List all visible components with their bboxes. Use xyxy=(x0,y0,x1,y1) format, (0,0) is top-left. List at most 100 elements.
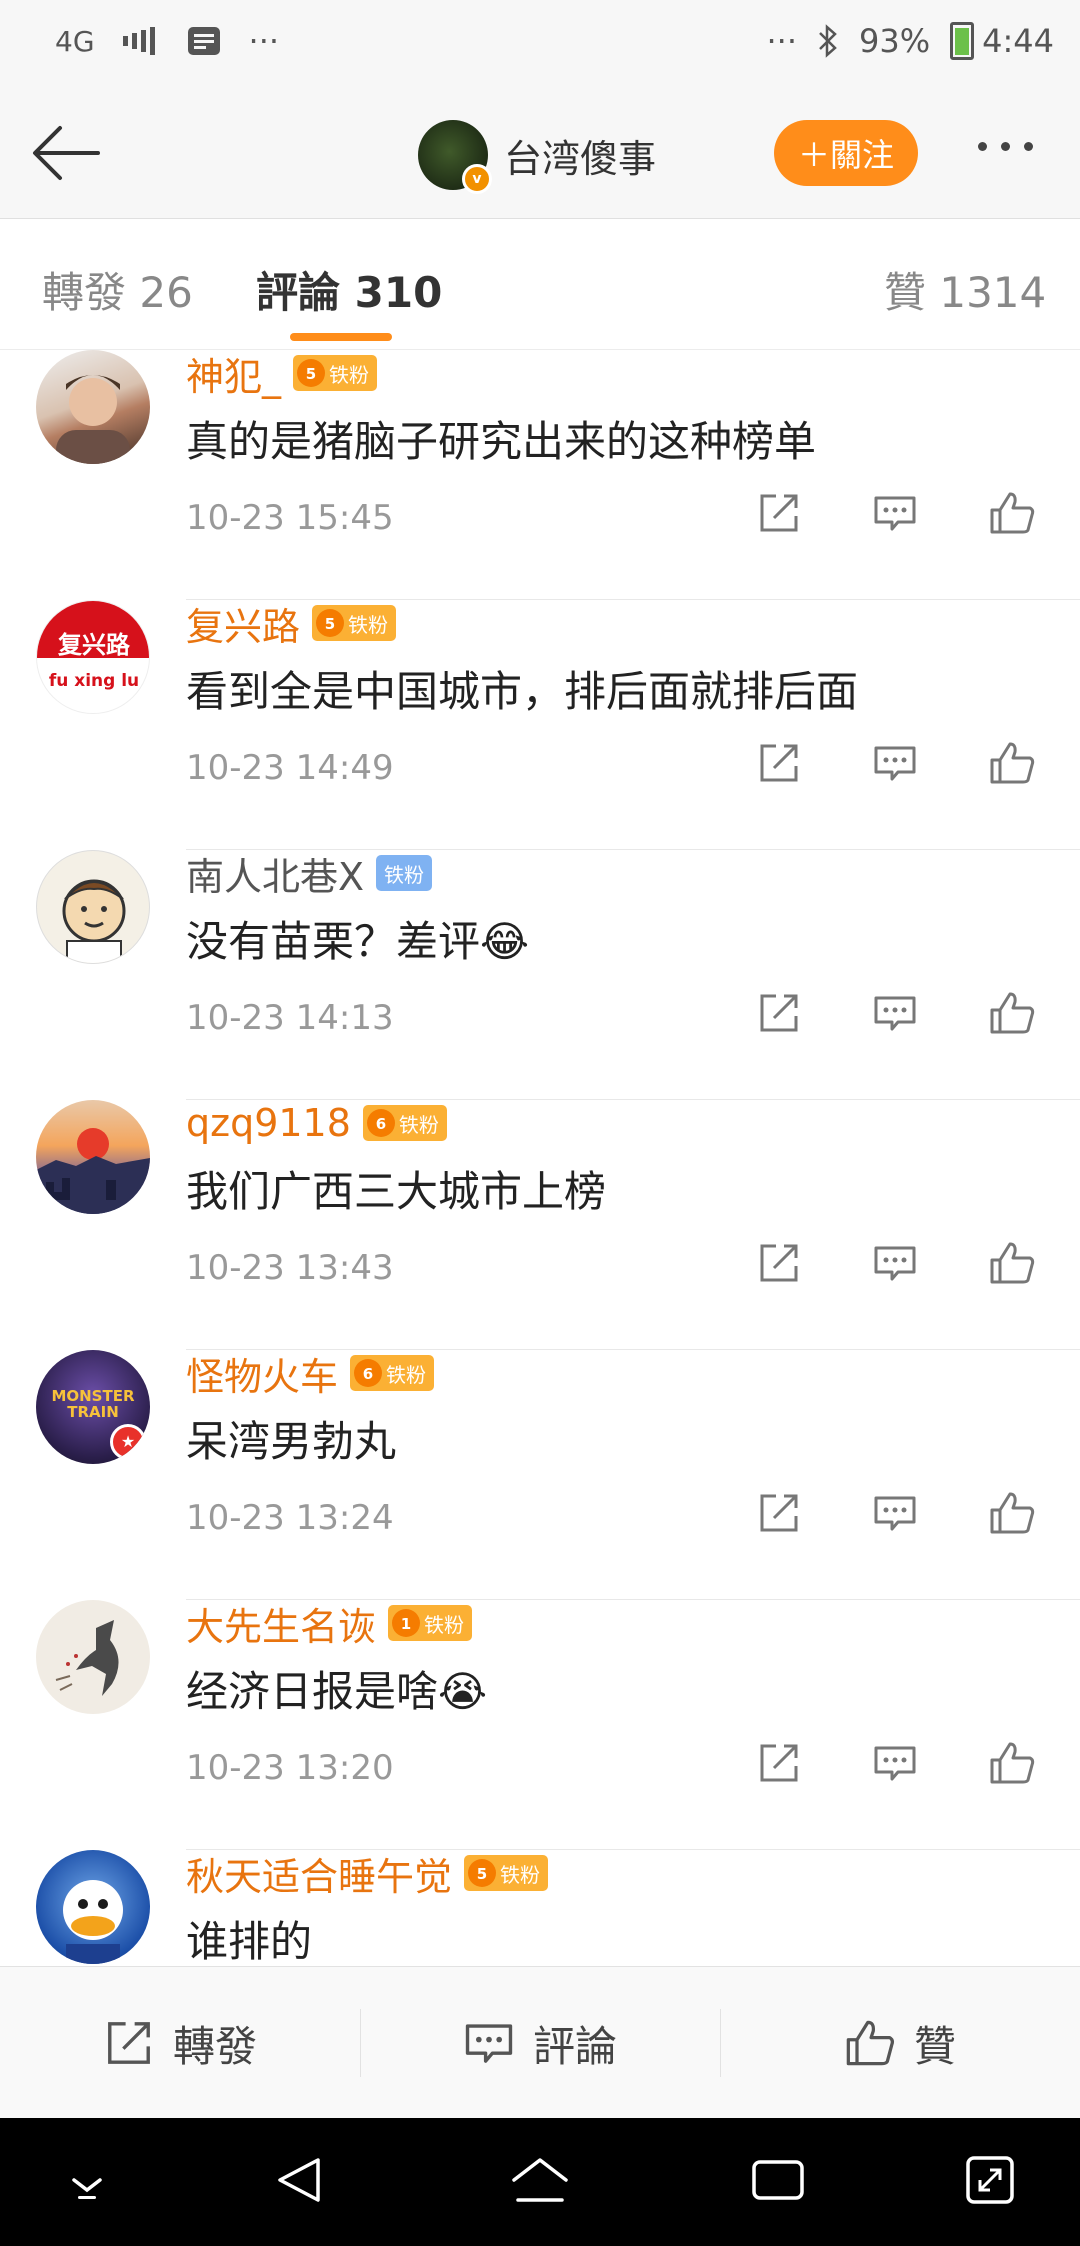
share-icon[interactable] xyxy=(756,1740,802,1786)
comment-item: MONSTER TRAIN ★ 怪物火车 6 铁粉 呆湾男勃丸 10-23 13:… xyxy=(0,1350,1080,1600)
comment-text: 没有苗栗？差评😂 xyxy=(186,917,530,966)
badge-label: 铁粉 xyxy=(386,1362,427,1387)
home-nav-icon[interactable] xyxy=(508,2152,572,2208)
account-avatar[interactable]: v xyxy=(418,120,492,194)
back-button[interactable] xyxy=(30,120,102,186)
crown-icon: 5 xyxy=(297,359,326,387)
comment-item: qzq9118 6 铁粉 我们广西三大城市上榜 10-23 13:43 xyxy=(0,1100,1080,1350)
fan-badge[interactable]: 6 铁粉 xyxy=(350,1355,435,1391)
expand-icon[interactable] xyxy=(962,2152,1018,2208)
more-options-button[interactable] xyxy=(978,142,1033,151)
badge-label: 铁粉 xyxy=(424,1612,465,1637)
tab-likes[interactable]: 贊 1314 xyxy=(884,259,1046,320)
avatar[interactable] xyxy=(36,1850,150,1964)
fan-badge[interactable]: 1 铁粉 xyxy=(388,1605,473,1641)
comment-item: 秋天适合睡午觉 5 铁粉 谁排的 xyxy=(0,1850,1080,1966)
reply-icon[interactable] xyxy=(872,740,918,786)
badge-label: 铁粉 xyxy=(398,1112,439,1137)
like-icon[interactable] xyxy=(988,990,1036,1036)
battery-icon xyxy=(950,22,975,60)
reply-icon[interactable] xyxy=(872,1240,918,1286)
avatar-subtitle: fu xing lu xyxy=(48,671,140,691)
account-header[interactable]: v 台湾傻事 xyxy=(418,120,656,194)
system-nav-bar xyxy=(0,2118,1080,2246)
badge-label: 铁粉 xyxy=(384,862,425,887)
battery-percent: 93% xyxy=(859,22,931,60)
share-icon[interactable] xyxy=(756,490,802,536)
badge-label: 铁粉 xyxy=(500,1862,541,1887)
verified-icon: ★ xyxy=(110,1424,146,1460)
share-icon[interactable] xyxy=(756,740,802,786)
crown-icon: 5 xyxy=(468,1859,497,1887)
comment-author[interactable]: qzq9118 xyxy=(186,1101,351,1145)
like-icon[interactable] xyxy=(988,1490,1036,1536)
comment-time: 10-23 13:24 xyxy=(186,1498,394,1538)
comment-item: 神犯_ 5 铁粉 真的是猪脑子研究出来的这种榜单 10-23 15:45 xyxy=(0,350,1080,600)
share-icon[interactable] xyxy=(756,990,802,1036)
like-icon[interactable] xyxy=(988,490,1036,536)
reply-icon[interactable] xyxy=(872,490,918,536)
avatar[interactable]: 复兴路 fu xing lu xyxy=(36,600,150,714)
crown-icon: 5 xyxy=(316,609,345,637)
comment-author[interactable]: 南人北巷X xyxy=(186,846,364,901)
network-type-label: 4G xyxy=(55,24,95,58)
more-status-dots: ··· xyxy=(248,22,280,60)
comment-time: 10-23 15:45 xyxy=(186,498,394,538)
reply-icon[interactable] xyxy=(872,990,918,1036)
share-icon[interactable] xyxy=(756,1240,802,1286)
like-icon[interactable] xyxy=(988,1740,1036,1786)
avatar[interactable] xyxy=(36,850,150,964)
fan-badge[interactable]: 5 铁粉 xyxy=(293,355,378,391)
like-icon xyxy=(846,2020,894,2066)
fan-badge[interactable]: 铁粉 xyxy=(376,855,433,891)
comment-time: 10-23 14:49 xyxy=(186,748,394,788)
comment-time: 10-23 14:13 xyxy=(186,998,394,1038)
back-nav-icon[interactable] xyxy=(272,2152,328,2208)
comment-text: 谁排的 xyxy=(186,1917,313,1966)
comment-item: 南人北巷X 铁粉 没有苗栗？差评😂 10-23 14:13 xyxy=(0,850,1080,1100)
comment-text: 看到全是中国城市，排后面就排后面 xyxy=(186,667,859,716)
fan-badge[interactable]: 5 铁粉 xyxy=(464,1855,549,1891)
recents-nav-icon[interactable] xyxy=(750,2152,806,2208)
share-icon[interactable] xyxy=(756,1490,802,1536)
fan-badge[interactable]: 5 铁粉 xyxy=(312,605,397,641)
back-arrow-icon xyxy=(33,126,100,180)
avatar[interactable] xyxy=(36,350,150,464)
comment-author[interactable]: 复兴路 xyxy=(186,596,300,651)
tab-bar: 轉發 26 評論 310 贊 1314 xyxy=(0,219,1080,350)
like-button[interactable]: 贊 xyxy=(720,1967,1080,2119)
comment-author[interactable]: 神犯_ xyxy=(186,350,281,401)
follow-button[interactable]: ＋關注 xyxy=(774,120,918,186)
comment-text: 我们广西三大城市上榜 xyxy=(186,1167,607,1216)
avatar-title: 复兴路 xyxy=(58,631,130,659)
like-icon[interactable] xyxy=(988,740,1036,786)
tab-comments[interactable]: 評論 310 xyxy=(256,259,442,320)
repost-button[interactable]: 轉發 xyxy=(0,1967,360,2119)
like-icon[interactable] xyxy=(988,1240,1036,1286)
comment-author[interactable]: 大先生名诙 xyxy=(186,1596,376,1651)
avatar-title: MONSTER TRAIN xyxy=(51,1387,135,1421)
avatar[interactable] xyxy=(36,1600,150,1714)
tab-repost[interactable]: 轉發 26 xyxy=(42,259,193,320)
share-icon xyxy=(108,2022,150,2064)
verified-icon: v xyxy=(462,164,492,194)
avatar[interactable] xyxy=(36,1100,150,1214)
crown-icon: 6 xyxy=(354,1359,383,1387)
reply-icon[interactable] xyxy=(872,1490,918,1536)
comment-text: 真的是猪脑子研究出来的这种榜单 xyxy=(186,417,817,466)
comment-item: 大先生名诙 1 铁粉 经济日报是啥😭 10-23 13:20 xyxy=(0,1600,1080,1850)
comment-icon xyxy=(465,2024,513,2063)
reply-icon[interactable] xyxy=(872,1740,918,1786)
comment-author[interactable]: 怪物火车 xyxy=(186,1346,338,1401)
comment-item: 复兴路 fu xing lu 复兴路 5 铁粉 看到全是中国城市，排后面就排后面 … xyxy=(0,600,1080,850)
top-bar: v 台湾傻事 ＋關注 xyxy=(0,90,1080,219)
fan-badge[interactable]: 6 铁粉 xyxy=(362,1105,447,1141)
chevron-down-icon[interactable] xyxy=(62,2166,112,2206)
comment-button[interactable]: 評論 xyxy=(360,1967,720,2119)
avatar[interactable]: MONSTER TRAIN ★ xyxy=(36,1350,150,1464)
comment-author[interactable]: 秋天适合睡午觉 xyxy=(186,1846,452,1901)
comment-label: 評論 xyxy=(532,2021,617,2071)
badge-label: 铁粉 xyxy=(329,362,370,387)
like-label: 贊 xyxy=(913,2021,956,2071)
comment-list[interactable]: 神犯_ 5 铁粉 真的是猪脑子研究出来的这种榜单 10-23 15:45 复兴路 … xyxy=(0,350,1080,1966)
